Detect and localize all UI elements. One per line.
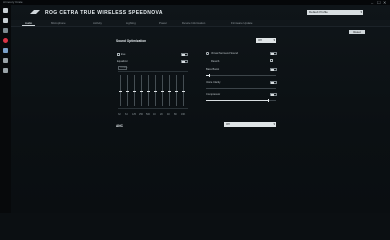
eq-band-label: 64 — [125, 113, 128, 116]
compressor-thumb[interactable] — [268, 99, 269, 102]
eq-band-label: 32 — [118, 113, 121, 116]
header: ROG CETRA TRUE WIRELESS SPEEDNOVA Defaul… — [11, 5, 390, 20]
anc-value: Off — [226, 122, 230, 126]
tab-lighting[interactable]: Lighting — [126, 20, 136, 26]
aura-icon[interactable] — [3, 38, 8, 43]
bass-boost-track[interactable] — [206, 75, 276, 76]
chevron-down-icon: ▾ — [273, 122, 275, 126]
virtual-surround-label: Virtual Surround Sound — [211, 52, 238, 55]
eq-checkbox[interactable] — [117, 53, 120, 56]
eq-slider-thumb[interactable] — [154, 90, 157, 92]
eq-band-label: 4K — [167, 113, 170, 116]
reset-button[interactable]: Reset — [349, 30, 365, 34]
eq-band-label: 8K — [174, 113, 177, 116]
product-name: ROG CETRA TRUE WIRELESS SPEEDNOVA — [45, 10, 163, 16]
download-icon[interactable] — [3, 68, 8, 73]
virtual-surround-toggle[interactable] — [270, 52, 277, 55]
tab-firmware-update[interactable]: Firmware Update — [231, 20, 252, 26]
eq-slider-thumb[interactable] — [126, 90, 129, 92]
sound-preset-value: Off — [258, 38, 262, 42]
equalizer-label: Equalizer — [117, 60, 128, 63]
bass-boost-toggle[interactable] — [270, 68, 277, 71]
toggle-knob — [182, 61, 185, 63]
voice-clarity-track[interactable] — [206, 88, 276, 89]
eq-toggle[interactable] — [181, 53, 188, 56]
eq-bottom-line — [118, 108, 188, 109]
eq-top-line — [118, 71, 188, 72]
bass-boost-label: Bass Boost — [206, 68, 220, 71]
compressor-label: Compressor — [206, 93, 221, 96]
anc-title: ANC — [116, 124, 123, 128]
sound-optimization-title: Sound Optimization — [116, 39, 147, 43]
eq-band-label: 2K — [160, 113, 163, 116]
toggle-knob — [271, 94, 274, 96]
eq-slider-thumb[interactable] — [168, 90, 171, 92]
reverb-label: Reverb — [211, 60, 220, 63]
toggle-knob — [271, 82, 274, 84]
profile-select[interactable]: Default Profile ▾ — [307, 10, 363, 15]
tab-microphone[interactable]: Microphone — [51, 20, 66, 26]
main-panel: ROG CETRA TRUE WIRELESS SPEEDNOVA Defaul… — [11, 5, 390, 213]
voice-clarity-toggle[interactable] — [270, 81, 277, 84]
scenario-icon[interactable] — [3, 58, 8, 63]
sound-preset-select[interactable]: Off ▾ — [256, 38, 276, 43]
rog-logo-icon — [30, 10, 40, 14]
home-icon[interactable] — [3, 8, 8, 13]
eq-band-label: 1K — [153, 113, 156, 116]
eq-slider-thumb[interactable] — [161, 90, 164, 92]
reverb-checkbox[interactable] — [270, 59, 273, 62]
eq-slider-thumb[interactable] — [182, 90, 185, 92]
eq-slider-thumb[interactable] — [147, 90, 150, 92]
eq-band-label: 16K — [181, 113, 186, 116]
eq-band-label: 250 — [139, 113, 143, 116]
eq-slider-thumb[interactable] — [133, 90, 136, 92]
profile-value: Default Profile — [309, 10, 328, 14]
chevron-down-icon: ▾ — [273, 38, 275, 42]
tab-power[interactable]: Power — [159, 20, 167, 26]
device-icon[interactable] — [3, 28, 8, 33]
settings-icon[interactable] — [3, 18, 8, 23]
toggle-knob — [182, 54, 185, 56]
anc-select[interactable]: Off ▾ — [224, 122, 276, 127]
compressor-toggle[interactable] — [270, 93, 277, 96]
bass-boost-thumb[interactable] — [209, 74, 210, 77]
eq-band-label: 500 — [146, 113, 150, 116]
tab-bar: Audio Microphone Activity Lighting Power… — [11, 20, 390, 27]
chevron-down-icon: ▾ — [360, 10, 362, 14]
compressor-fill — [206, 100, 268, 101]
toggle-knob — [271, 53, 274, 55]
eq-label: Eve — [121, 53, 126, 56]
tab-audio[interactable]: Audio — [21, 20, 36, 26]
eq-slider-thumb[interactable] — [119, 90, 122, 92]
tab-device-information[interactable]: Device Information — [182, 20, 205, 26]
eq-slider-thumb[interactable] — [140, 90, 143, 92]
eq-band-label: 125 — [132, 113, 136, 116]
voice-clarity-label: Voice Clarity — [206, 81, 221, 84]
equalizer-toggle[interactable] — [181, 60, 188, 63]
eq-slider-thumb[interactable] — [175, 90, 178, 92]
headphone-icon — [206, 52, 209, 55]
gamevisual-icon[interactable] — [3, 48, 8, 53]
tab-activity[interactable]: Activity — [93, 20, 102, 26]
toggle-knob — [271, 69, 274, 71]
eq-preset-box[interactable]: Custom — [118, 66, 128, 70]
